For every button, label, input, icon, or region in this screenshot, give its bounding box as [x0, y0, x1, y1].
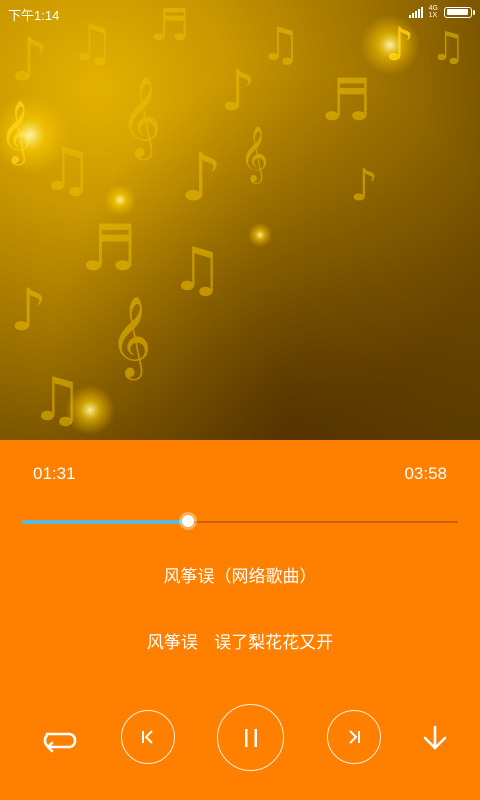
svg-text:♬: ♬ [320, 66, 372, 134]
next-track-button[interactable] [327, 710, 381, 764]
collapse-player-button[interactable] [418, 721, 452, 755]
status-time: 下午1:14 [8, 8, 60, 23]
svg-text:♪: ♪ [10, 25, 48, 95]
next-track-icon [349, 730, 360, 744]
svg-text:♫: ♫ [170, 235, 224, 305]
music-notes-artwork: ♪ ♫ ♬ 𝄞 ♪ ♫ ♬ ♫ ♪ 𝄞 ♬ ♫ ♪ 𝄞 ♫ ♪ ♫ ♪ 𝄞 [0, 0, 466, 435]
repeat-button[interactable] [38, 723, 80, 755]
total-time: 03:58 [404, 464, 447, 483]
svg-text:𝄞: 𝄞 [110, 295, 151, 380]
arrow-down-icon [423, 725, 447, 750]
lyric-line: 风筝误 误了梨花花又开 [146, 633, 334, 653]
previous-track-button[interactable] [121, 710, 175, 764]
network-type-top: 4G [428, 5, 438, 12]
svg-text:♪: ♪ [10, 276, 47, 344]
network-type-indicator: 4G 1X [429, 5, 438, 19]
previous-track-icon [142, 730, 153, 744]
song-title: 风筝误（网络歌曲） [163, 567, 317, 587]
progress-thumb[interactable] [181, 515, 194, 527]
current-time: 01:31 [33, 464, 76, 483]
network-type-bottom: 1X [428, 12, 438, 19]
svg-text:𝄞: 𝄞 [240, 126, 268, 184]
svg-text:♫: ♫ [430, 24, 466, 70]
status-indicators: 4G 1X [408, 5, 475, 19]
battery-level [446, 9, 469, 15]
pause-icon [244, 728, 257, 747]
svg-text:♪: ♪ [220, 59, 256, 124]
player-panel: 01:31 03:58 风筝误（网络歌曲） 风筝误 误了梨花花又开 [0, 440, 480, 800]
svg-text:♪: ♪ [350, 160, 378, 211]
repeat-icon [43, 732, 77, 753]
progress-bar[interactable] [22, 515, 458, 527]
progress-played [22, 520, 188, 524]
music-player-screen: ♪ ♫ ♬ 𝄞 ♪ ♫ ♬ ♫ ♪ 𝄞 ♬ ♫ ♪ 𝄞 ♫ ♪ ♫ ♪ 𝄞 [0, 0, 480, 800]
svg-text:𝄞: 𝄞 [120, 75, 161, 160]
svg-text:♬: ♬ [80, 212, 137, 286]
pause-button[interactable] [217, 704, 284, 771]
status-bar: 下午1:14 4G 1X [0, 0, 480, 26]
svg-text:♪: ♪ [180, 139, 222, 216]
album-artwork: ♪ ♫ ♬ 𝄞 ♪ ♫ ♬ ♫ ♪ 𝄞 ♬ ♫ ♪ 𝄞 ♫ ♪ ♫ ♪ 𝄞 [0, 0, 480, 440]
battery-icon [444, 6, 475, 18]
signal-strength-icon [408, 6, 423, 18]
